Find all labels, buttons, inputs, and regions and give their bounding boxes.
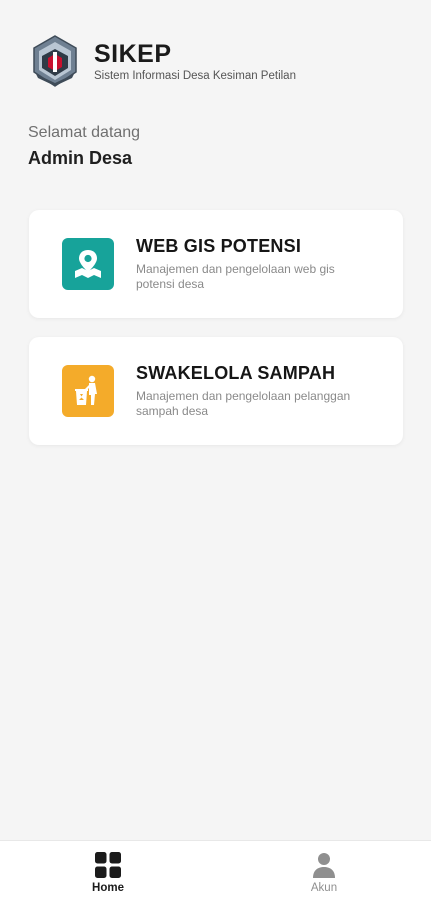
web-gis-potensi-card[interactable]: WEB GIS POTENSI Manajemen dan pengelolaa… — [29, 210, 403, 318]
village-emblem-logo — [33, 35, 77, 87]
nav-home-label: Home — [92, 882, 124, 894]
greeting-text: Selamat datang — [28, 124, 141, 141]
swakelola-sampah-card[interactable]: SWAKELOLA SAMPAH Manajemen dan pengelola… — [29, 337, 403, 445]
card-title: WEB GIS POTENSI — [136, 236, 302, 256]
home-screen: SIKEP Sistem Informasi Desa Kesiman Peti… — [0, 0, 431, 900]
app-header: SIKEP Sistem Informasi Desa Kesiman Peti… — [28, 34, 296, 88]
bottom-navigation: Home Akun — [0, 840, 431, 900]
nav-home[interactable]: Home — [68, 851, 148, 894]
nav-akun[interactable]: Akun — [284, 851, 364, 894]
nav-akun-label: Akun — [310, 882, 338, 894]
card-title: SWAKELOLA SAMPAH — [136, 363, 336, 383]
app-title: SIKEP — [94, 40, 172, 68]
user-icon — [313, 853, 335, 878]
card-description: Manajemen dan pengelolaan web gis potens… — [136, 262, 335, 291]
trash-person-icon — [62, 365, 114, 417]
map-pin-icon — [62, 238, 114, 290]
app-subtitle: Sistem Informasi Desa Kesiman Petilan — [94, 70, 296, 82]
card-description: Manajemen dan pengelolaan pelanggan samp… — [136, 389, 351, 418]
grid-icon — [95, 852, 121, 878]
user-name: Admin Desa — [28, 148, 133, 168]
